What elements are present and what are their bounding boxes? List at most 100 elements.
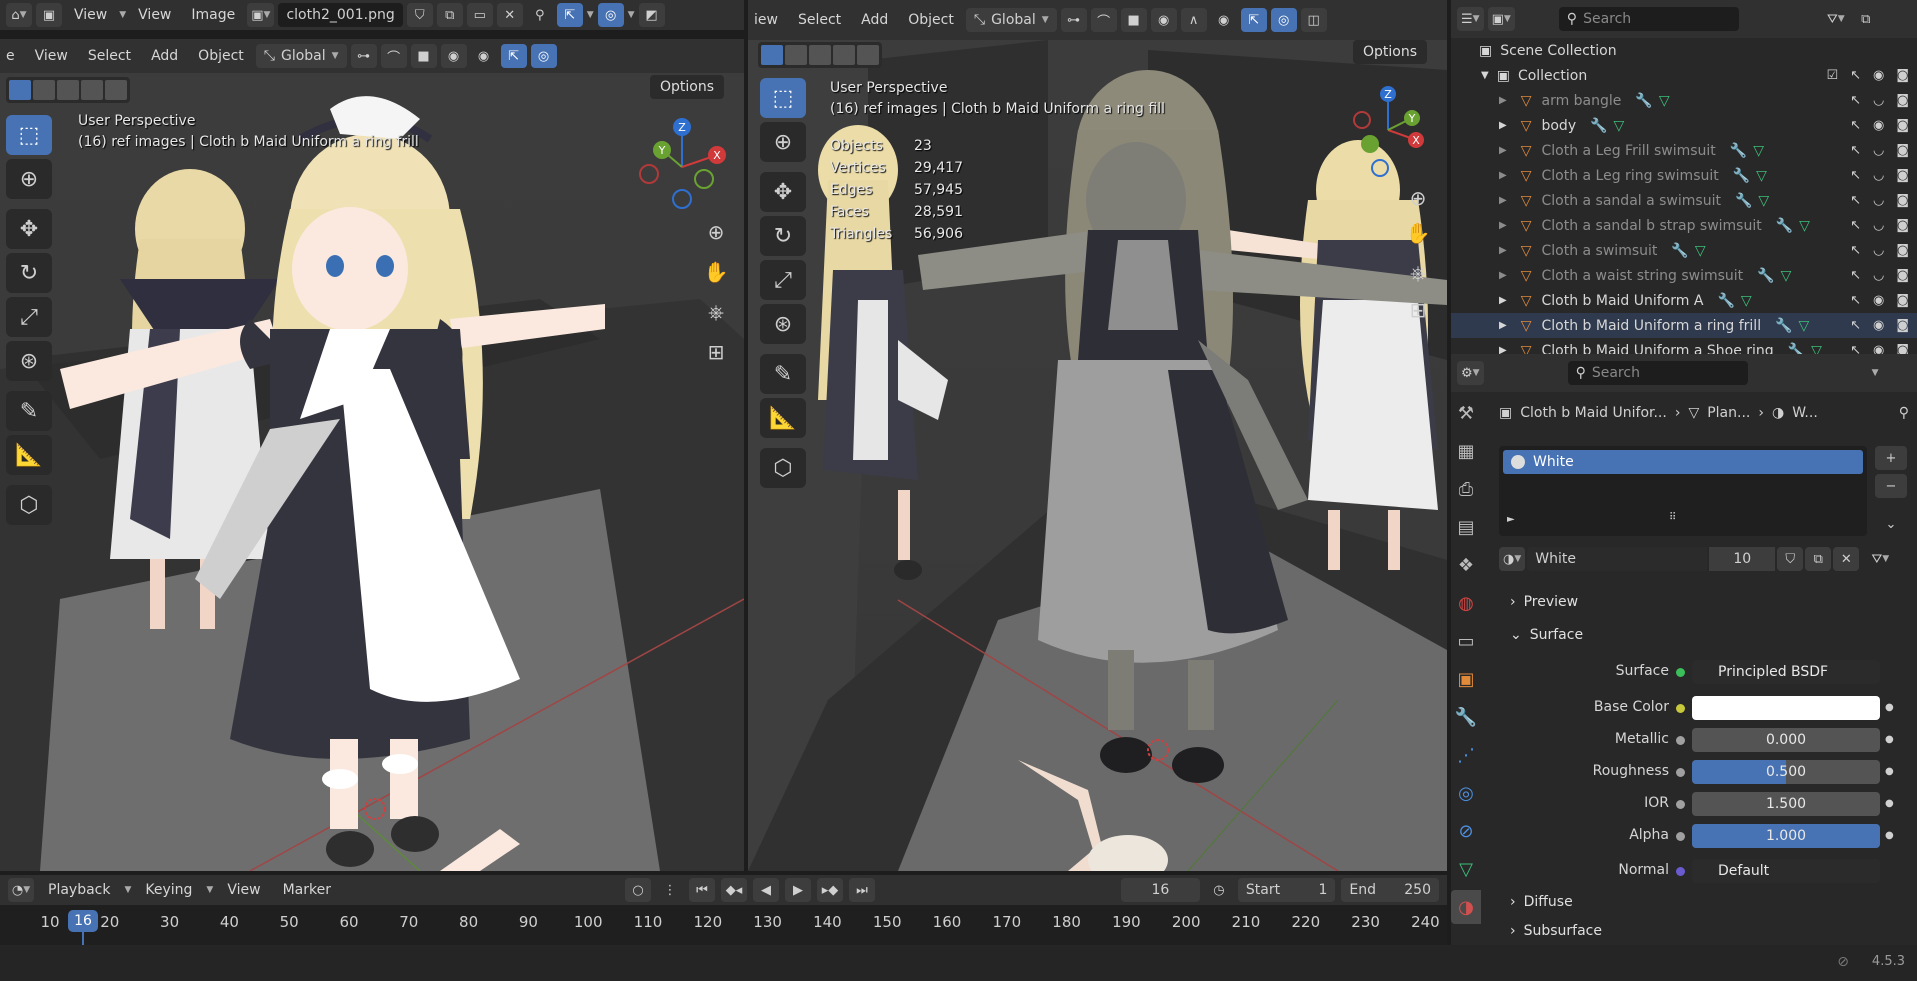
outliner-item[interactable]: ▶ ▽ Cloth a waist string swimsuit 🔧 ▽ ↖ ◡ ◙ <box>1451 263 1917 288</box>
right-orientation-dropdown[interactable]: ⤡ Global ▼ <box>965 8 1057 32</box>
render-camera-icon[interactable]: ◙ <box>1896 293 1909 308</box>
material-duplicate-icon[interactable]: ⧉ <box>1805 547 1832 571</box>
outliner-item[interactable]: ▶ ▽ arm bangle 🔧 ▽ ↖ ◡ ◙ <box>1451 88 1917 113</box>
collection-tab-icon[interactable]: ▭ <box>1451 624 1481 658</box>
menu-image[interactable]: Image <box>183 4 243 26</box>
expand-arrow-icon[interactable]: ▶ <box>1499 295 1507 306</box>
left-gizmo-toggle-icon[interactable]: ⇱ <box>500 44 527 68</box>
collection-select-icon[interactable]: ↖ <box>1850 68 1861 83</box>
right-annotate-tool-icon[interactable]: ✎ <box>760 354 806 394</box>
eye-icon[interactable]: ◡ <box>1873 218 1884 233</box>
keying-set-icon[interactable]: ⋮ <box>657 878 683 902</box>
select-subtract-icon[interactable] <box>57 80 79 100</box>
left-menu-select[interactable]: Select <box>80 45 139 67</box>
overlay-toggle-icon[interactable]: ◎ <box>597 3 624 27</box>
timeline-ruler[interactable]: 16 10 20 30 40 50 60 70 80 90 100 110 120 130 140 150 1… <box>0 905 1447 945</box>
timeline-menu-playback[interactable]: Playback <box>40 879 118 901</box>
tool-tab-icon[interactable]: ⚒ <box>1451 396 1481 430</box>
select-arrow-icon[interactable]: ↖ <box>1850 318 1861 333</box>
eye-icon[interactable]: ◡ <box>1873 168 1884 183</box>
move-tool-icon[interactable]: ✥ <box>6 209 52 249</box>
keyframe-dot-icon[interactable]: ● <box>1885 734 1894 745</box>
left-select-modes[interactable] <box>6 77 130 103</box>
timeline-menu-keying[interactable]: Keying <box>137 879 200 901</box>
right-rotate-tool-icon[interactable]: ↻ <box>760 216 806 256</box>
collection-expand-icon[interactable]: ▼ <box>1481 70 1489 81</box>
expand-arrow-icon[interactable]: ▶ <box>1499 245 1507 256</box>
right-proportional-icon[interactable]: ◉ <box>1150 8 1177 32</box>
breadcrumb-object[interactable]: Cloth b Maid Unifor... <box>1520 405 1667 421</box>
outliner-item[interactable]: ▶ ▽ Cloth b Maid Uniform a ring frill 🔧 ▽ ↖ ◉ ◙ <box>1451 313 1917 338</box>
material-tab-icon[interactable]: ◑ <box>1451 890 1481 924</box>
render-camera-icon[interactable]: ◙ <box>1896 143 1909 158</box>
diffuse-section-header[interactable]: › Diffuse <box>1498 888 1899 916</box>
right-menu-object[interactable]: Object <box>900 9 962 31</box>
scene-tab-icon[interactable]: ❖ <box>1451 548 1481 582</box>
select-arrow-icon[interactable]: ↖ <box>1850 93 1861 108</box>
right-select-box-tool-icon[interactable]: ⬚ <box>760 78 806 118</box>
select-invert-icon[interactable] <box>81 80 103 100</box>
timeline-menu-marker[interactable]: Marker <box>275 879 339 901</box>
left-grid-icon[interactable]: ⊞ <box>698 334 734 370</box>
render-camera-icon[interactable]: ◙ <box>1896 318 1909 333</box>
open-image-icon[interactable]: ▭ <box>466 3 493 27</box>
slot-list-resize-handle[interactable]: ⠿ <box>1669 512 1676 523</box>
particles-tab-icon[interactable]: ⋰ <box>1451 738 1481 772</box>
select-arrow-icon[interactable]: ↖ <box>1850 218 1861 233</box>
right-menu-select[interactable]: Select <box>790 9 849 31</box>
right-measure-tool-icon[interactable]: 📐 <box>760 398 806 438</box>
auto-keying-icon[interactable]: ○ <box>624 878 651 902</box>
outliner-item[interactable]: ▶ ▽ Cloth b Maid Uniform A 🔧 ▽ ↖ ◉ ◙ <box>1451 288 1917 313</box>
material-name-field[interactable]: White <box>1527 547 1708 571</box>
proportional-icon[interactable]: ◉ <box>440 44 467 68</box>
properties-editor-type-icon[interactable]: ⚙ ▼ <box>1457 361 1484 385</box>
right-overlay-toggle-icon[interactable]: ◎ <box>1270 8 1297 32</box>
render-camera-icon[interactable]: ◙ <box>1896 193 1909 208</box>
material-slot-row[interactable]: White <box>1503 450 1863 474</box>
add-slot-icon[interactable]: + <box>1875 446 1907 470</box>
right-transform-tool-icon[interactable]: ⊛ <box>760 304 806 344</box>
select-box-tool-icon[interactable]: ⬚ <box>6 115 52 155</box>
eye-icon[interactable]: ◡ <box>1873 268 1884 283</box>
add-cube-tool-icon[interactable]: ⬡ <box>6 485 52 525</box>
breadcrumb-material[interactable]: W... <box>1792 405 1818 421</box>
play-icon[interactable]: ▶ <box>784 878 811 902</box>
outliner-search-field[interactable]: ⚲ Search <box>1558 7 1739 31</box>
eye-icon[interactable]: ◡ <box>1873 143 1884 158</box>
current-frame-marker[interactable]: 16 <box>68 910 98 932</box>
render-camera-icon[interactable]: ◙ <box>1896 168 1909 183</box>
right-visibility-icon[interactable]: ◉ <box>1211 8 1237 32</box>
preview-section-header[interactable]: › Preview <box>1498 588 1899 616</box>
socket-dot-icon[interactable] <box>1676 704 1685 713</box>
color-swatch[interactable] <box>1692 696 1880 720</box>
eye-icon[interactable]: ◉ <box>1873 318 1884 333</box>
right-gizmo-toggle-icon[interactable]: ⇱ <box>1240 8 1267 32</box>
subsurface-section-header[interactable]: › Subsurface <box>1498 917 1899 945</box>
eye-icon[interactable]: ◉ <box>1873 118 1884 133</box>
material-filter-icon[interactable]: ⛛ ▼ <box>1867 547 1893 571</box>
select-intersect-icon[interactable] <box>105 80 127 100</box>
display-channels-icon[interactable]: ◩ <box>638 3 665 27</box>
play-reverse-icon[interactable]: ◀ <box>752 878 779 902</box>
right-scale-tool-icon[interactable]: ⤢ <box>760 260 806 300</box>
render-camera-icon[interactable]: ◙ <box>1896 268 1909 283</box>
expand-arrow-icon[interactable]: ▶ <box>1499 320 1507 331</box>
annotate-tool-icon[interactable]: ✎ <box>6 391 52 431</box>
value-slider[interactable]: 1.000 <box>1692 824 1880 848</box>
right-zoom-icon[interactable]: ⊕ <box>1400 180 1436 216</box>
right-camera-icon[interactable]: ⎈ <box>1400 255 1436 291</box>
right-nav-gizmo[interactable]: Z X Y <box>1338 80 1438 180</box>
left-orientation-dropdown[interactable]: ⤡ Global ▼ <box>255 44 347 68</box>
snap-icon[interactable]: ⌒ <box>380 44 407 68</box>
left-3d-viewport[interactable]: e View Select Add Object ⤡ Global ▼ ⊶ ⌒ ■ … <box>0 39 744 871</box>
material-user-count[interactable]: 10 <box>1709 547 1776 571</box>
object-tab-icon[interactable]: ▣ <box>1451 662 1481 696</box>
right-snap-target-icon[interactable]: ■ <box>1120 8 1147 32</box>
breadcrumb-mesh[interactable]: Plan... <box>1707 405 1750 421</box>
select-arrow-icon[interactable]: ↖ <box>1850 268 1861 283</box>
right-snap-icon[interactable]: ⌒ <box>1090 8 1117 32</box>
socket-dot-icon[interactable] <box>1676 736 1685 745</box>
jump-keyframe-back-icon[interactable]: ◆◂ <box>720 878 747 902</box>
value-slider[interactable]: 1.500 <box>1692 792 1880 816</box>
measure-tool-icon[interactable]: 📐 <box>6 435 52 475</box>
